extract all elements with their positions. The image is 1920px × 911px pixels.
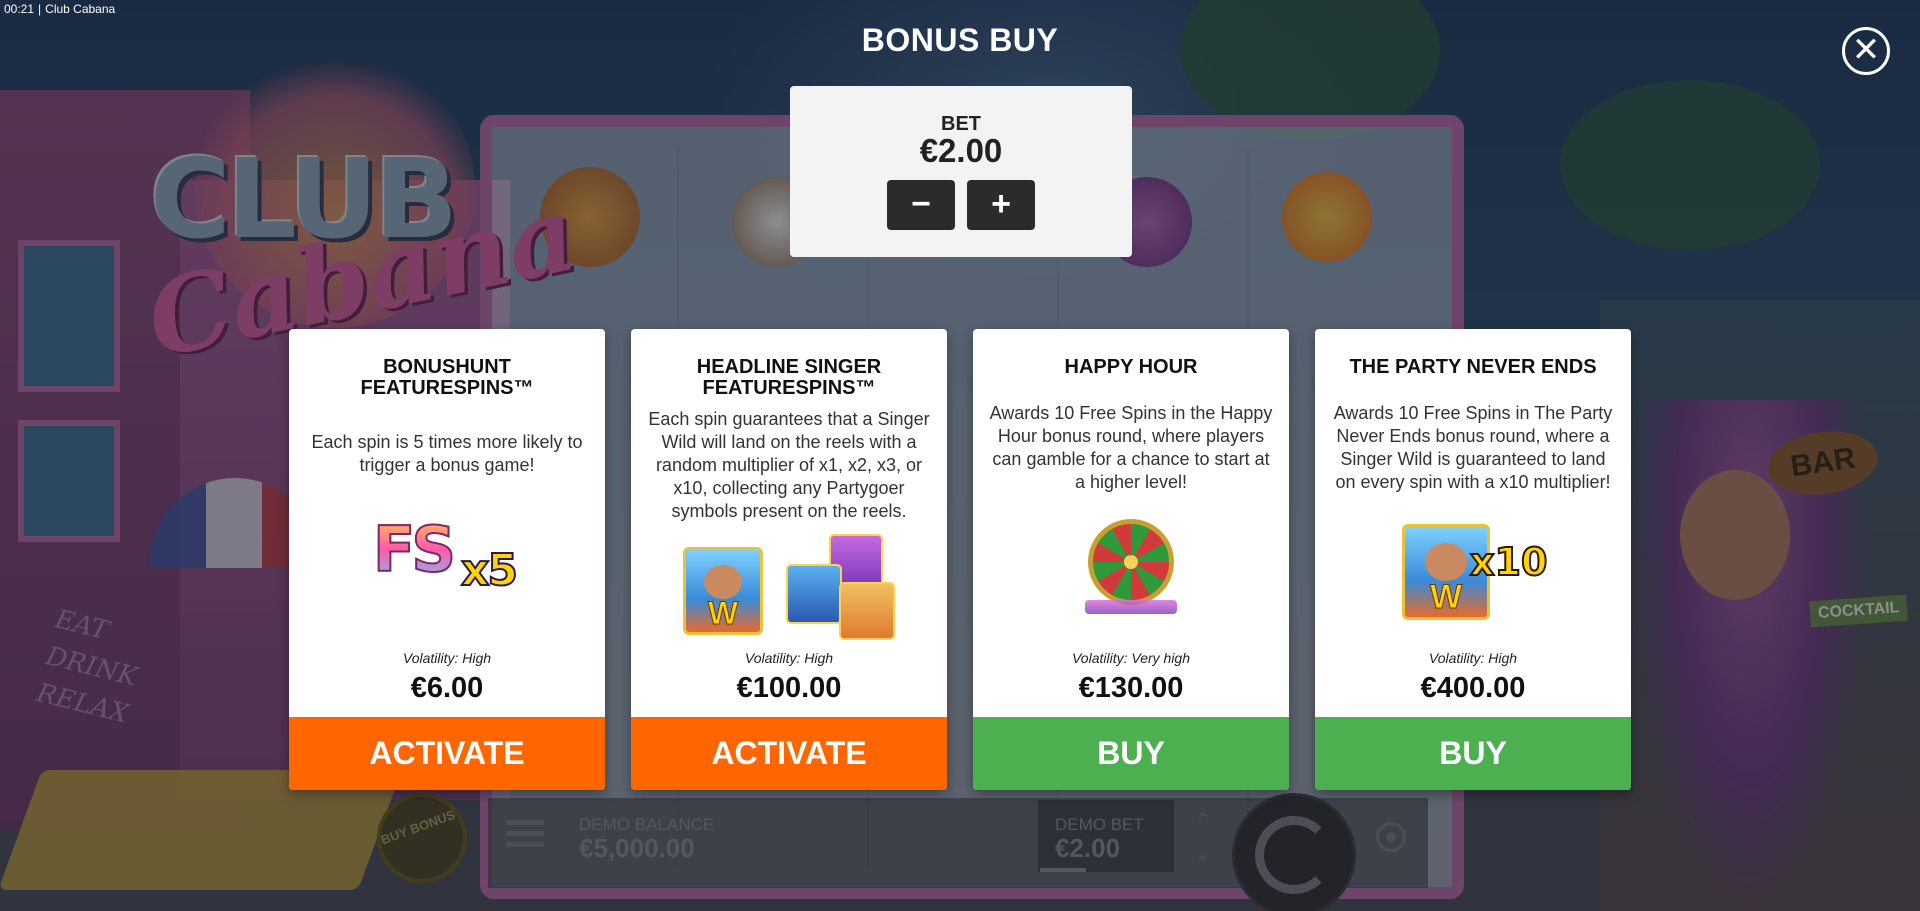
status-time: 00:21: [4, 2, 35, 16]
wild-letter: W: [707, 595, 739, 632]
bet-value: €2.00: [919, 132, 1003, 169]
bet-decrease-button[interactable]: −: [887, 180, 955, 230]
card-title: THE PARTY NEVER ENDS: [1349, 356, 1597, 378]
activate-button[interactable]: ACTIVATE: [631, 717, 947, 790]
close-icon[interactable]: ✕: [1842, 27, 1890, 75]
bonus-card-party-never-ends: THE PARTY NEVER ENDS Awards 10 Free Spin…: [1315, 329, 1631, 790]
bonus-card-headline-singer: HEADLINE SINGER FEATURESPINS™ Each spin …: [631, 329, 947, 790]
singer-wild-icon: W: [683, 547, 763, 635]
card-price: €400.00: [1420, 672, 1526, 704]
card-volatility: Volatility: Very high: [1071, 650, 1190, 666]
card-volatility: Volatility: High: [1428, 650, 1518, 666]
bonus-card-happy-hour: HAPPY HOUR Awards 10 Free Spins in the H…: [973, 329, 1289, 790]
bonus-card-bonushunt: BONUSHUNT FEATURESPINS™ Each spin is 5 t…: [289, 329, 605, 790]
card-price: €6.00: [410, 672, 484, 704]
fs-multiplier: x5: [460, 544, 519, 597]
partygoer-icon: [839, 582, 895, 640]
card-description: Each spin is 5 times more likely to trig…: [311, 432, 583, 475]
card-title: HAPPY HOUR: [1064, 356, 1198, 378]
x10-multiplier: x10: [1469, 539, 1548, 585]
bonus-buy-title: BONUS BUY: [861, 22, 1059, 58]
status-app-title: Club Cabana: [45, 2, 116, 16]
bet-panel: BET €2.00 − +: [790, 86, 1132, 257]
buy-button[interactable]: BUY: [973, 717, 1289, 790]
activate-button[interactable]: ACTIVATE: [289, 717, 605, 790]
card-volatility: Volatility: High: [402, 650, 492, 666]
partygoer-icon: [786, 564, 842, 624]
wheel-base: [1085, 600, 1177, 614]
card-title: HEADLINE SINGER FEATURESPINS™: [696, 356, 882, 399]
card-price: €100.00: [736, 672, 842, 704]
card-description: Awards 10 Free Spins in The Party Never …: [1333, 403, 1613, 492]
card-title: BONUSHUNT FEATURESPINS™: [360, 356, 534, 399]
card-price: €130.00: [1078, 672, 1184, 704]
featurespins-x5-icon: FS x5: [372, 512, 533, 613]
card-volatility: Volatility: High: [744, 650, 834, 666]
fs-text: FS: [372, 512, 457, 587]
status-bar: 00:21 | Club Cabana: [4, 2, 116, 16]
buy-button[interactable]: BUY: [1315, 717, 1631, 790]
wheel-hub: [1124, 555, 1138, 569]
singer-face: [1424, 543, 1468, 581]
card-description: Awards 10 Free Spins in the Happy Hour b…: [989, 403, 1273, 492]
bet-increase-button[interactable]: +: [967, 180, 1035, 230]
prize-wheel-icon: [1088, 519, 1174, 605]
card-description: Each spin guarantees that a Singer Wild …: [648, 409, 930, 521]
